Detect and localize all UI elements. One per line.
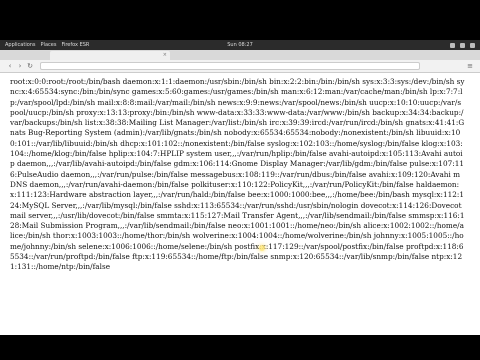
applications-menu[interactable]: Applications bbox=[5, 40, 36, 50]
address-bar[interactable] bbox=[40, 62, 420, 70]
menu-icon[interactable]: ≡ bbox=[466, 62, 474, 70]
mouse-cursor-highlight bbox=[259, 245, 265, 251]
network-icon[interactable] bbox=[450, 42, 455, 48]
close-tab-icon[interactable]: × bbox=[163, 51, 167, 60]
letterbox-bottom bbox=[0, 335, 480, 360]
browser-tab[interactable]: × bbox=[50, 51, 170, 60]
os-top-panel: Applications Places Firefox ESR Sun 08:2… bbox=[0, 40, 480, 50]
back-icon[interactable]: ‹ bbox=[6, 62, 14, 70]
browser-menu[interactable]: Firefox ESR bbox=[61, 40, 89, 50]
clock[interactable]: Sun 08:27 bbox=[227, 40, 253, 50]
forward-icon[interactable]: › bbox=[16, 62, 24, 70]
browser-toolbar: ‹ › ↻ ≡ bbox=[0, 60, 480, 73]
letterbox-top bbox=[0, 0, 480, 40]
reload-icon[interactable]: ↻ bbox=[26, 62, 34, 70]
system-tray bbox=[450, 42, 475, 48]
desktop-screen: Applications Places Firefox ESR Sun 08:2… bbox=[0, 40, 480, 335]
places-menu[interactable]: Places bbox=[41, 40, 57, 50]
browser-tab-bar: × bbox=[0, 50, 480, 60]
passwd-file-content: root:x:0:0:root:/root:/bin/bash daemon:x… bbox=[10, 77, 465, 272]
power-icon[interactable] bbox=[470, 42, 475, 48]
volume-icon[interactable] bbox=[460, 42, 465, 48]
